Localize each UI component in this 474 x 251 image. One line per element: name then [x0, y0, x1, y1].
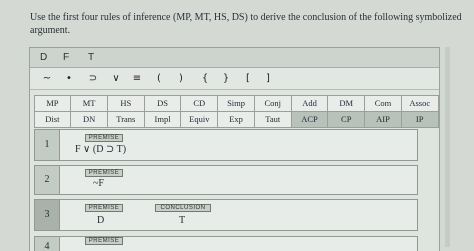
premise-tag: PREMISE — [85, 204, 123, 212]
proof-line-3[interactable]: 3 PREMISE D CONCLUSION T — [34, 199, 418, 231]
horseshoe-button[interactable]: ⊃ — [86, 73, 100, 84]
rule-mp-button[interactable]: MP — [33, 94, 72, 112]
rule-exp-button[interactable]: Exp — [217, 110, 255, 128]
rule-ds-button[interactable]: DS — [143, 94, 182, 112]
open-bracket-button[interactable]: [ — [241, 73, 255, 84]
triple-bar-button[interactable]: ≡ — [130, 73, 144, 84]
line-number: 4 — [35, 237, 60, 251]
formula-text[interactable]: F ∨ (D ⊃ T) — [75, 144, 126, 155]
formula-text[interactable]: D — [97, 215, 104, 226]
open-paren-button[interactable]: ( — [152, 73, 166, 84]
conclusion-tag: CONCLUSION — [155, 204, 211, 212]
rule-trans-button[interactable]: Trans — [106, 110, 145, 128]
rule-mt-button[interactable]: MT — [70, 94, 108, 112]
rule-taut-button[interactable]: Taut — [253, 110, 292, 128]
premise-tag: PREMISE — [85, 169, 123, 177]
line-number: 2 — [35, 166, 60, 194]
rule-dn-button[interactable]: DN — [70, 110, 108, 128]
variable-tabs: D F T — [30, 48, 439, 68]
tab-f[interactable]: F — [63, 52, 69, 63]
proof-line-1[interactable]: 1 PREMISE F ∨ (D ⊃ T) — [34, 129, 418, 161]
scrollbar[interactable] — [445, 47, 450, 247]
rule-add-button[interactable]: Add — [290, 94, 329, 112]
formula-text[interactable]: ~F — [93, 178, 104, 189]
line-number: 3 — [35, 200, 60, 230]
rule-acp-button[interactable]: ACP — [290, 110, 329, 128]
symbol-toolbar: ~ • ⊃ ∨ ≡ ( ) { } [ ] — [30, 68, 439, 90]
proof-line-2[interactable]: 2 PREMISE ~F — [34, 165, 418, 195]
rule-cd-button[interactable]: CD — [180, 94, 219, 112]
rule-aip-button[interactable]: AIP — [364, 110, 402, 128]
wedge-button[interactable]: ∨ — [109, 73, 123, 84]
tab-d[interactable]: D — [40, 52, 47, 63]
premise-tag: PREMISE — [85, 134, 123, 142]
rule-com-button[interactable]: Com — [364, 94, 402, 112]
rule-impl-button[interactable]: Impl — [143, 110, 182, 128]
close-bracket-button[interactable]: ] — [261, 73, 275, 84]
close-paren-button[interactable]: ) — [174, 73, 188, 84]
rules-panel: MP MT HS DS CD Simp Conj Add DM Com Asso… — [33, 94, 439, 128]
rule-dm-button[interactable]: DM — [327, 94, 366, 112]
line-number: 1 — [35, 130, 60, 160]
rule-equiv-button[interactable]: Equiv — [180, 110, 219, 128]
rule-conj-button[interactable]: Conj — [253, 94, 292, 112]
proof-workspace: D F T ~ • ⊃ ∨ ≡ ( ) { } [ ] MP MT HS DS … — [29, 47, 440, 251]
tab-t[interactable]: T — [88, 52, 94, 63]
rule-cp-button[interactable]: CP — [327, 110, 366, 128]
tilde-button[interactable]: ~ — [40, 73, 54, 84]
rule-dist-button[interactable]: Dist — [33, 110, 72, 128]
close-brace-button[interactable]: } — [219, 73, 233, 84]
rule-assoc-button[interactable]: Assoc — [400, 94, 439, 112]
rule-ip-button[interactable]: IP — [400, 110, 439, 128]
rule-hs-button[interactable]: HS — [106, 94, 145, 112]
conclusion-formula: T — [179, 215, 186, 226]
premise-tag: PREMISE — [85, 237, 123, 245]
open-brace-button[interactable]: { — [198, 73, 212, 84]
dot-button[interactable]: • — [62, 73, 76, 84]
instructions-text: Use the first four rules of inference (M… — [30, 12, 462, 36]
rule-simp-button[interactable]: Simp — [217, 94, 255, 112]
proof-line-4[interactable]: 4 PREMISE — [34, 236, 418, 251]
